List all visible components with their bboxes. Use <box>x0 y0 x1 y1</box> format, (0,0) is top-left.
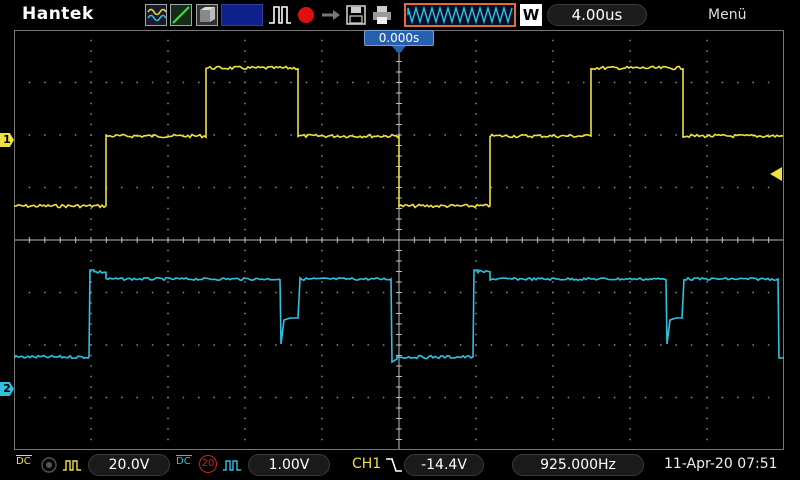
ch2-level-marker[interactable]: 2 <box>0 382 14 396</box>
ch2-coupling[interactable]: DC <box>176 455 192 467</box>
frequency-counter: 925.000Hz <box>512 454 644 476</box>
ch2-volts-per-div[interactable]: 1.00V <box>248 454 330 476</box>
menu-button[interactable]: Menü <box>708 7 746 23</box>
run-stop-icon[interactable] <box>268 4 292 26</box>
timebase-waveform-icon[interactable] <box>404 3 516 27</box>
trigger-position-pointer <box>392 46 406 54</box>
horizontal-position-marker[interactable]: 0.000s <box>364 30 434 46</box>
graticule <box>13 29 785 451</box>
status-bar: DC 20.0V DC 20 1.00V CH1 -14.4V 925.000H… <box>0 450 800 480</box>
ch2-probe-icon[interactable] <box>222 456 241 474</box>
ch1-coupling[interactable]: DC <box>16 455 32 467</box>
waveform-canvas <box>13 29 785 451</box>
print-icon[interactable] <box>371 4 393 26</box>
ref-icon[interactable] <box>196 4 218 26</box>
export-icon[interactable] <box>320 4 342 26</box>
record-icon[interactable] <box>296 4 316 26</box>
ch1-level-marker[interactable]: 1 <box>0 133 14 147</box>
ch1-volts-per-div[interactable]: 20.0V <box>88 454 170 476</box>
blank-icon[interactable] <box>221 4 263 26</box>
ch2-bandwidth-limit-badge[interactable]: 20 <box>199 455 217 473</box>
top-bar: Hantek W 4.00us Menü <box>0 0 800 30</box>
date-time: 11-Apr-20 07:51 <box>664 456 778 472</box>
acquire-mode-indicator[interactable]: W <box>520 4 542 26</box>
trigger-level-marker[interactable] <box>770 167 782 181</box>
ch1-probe-icon[interactable] <box>62 456 81 474</box>
math-icon[interactable] <box>170 4 192 26</box>
save-icon[interactable] <box>345 4 367 26</box>
brand-logo: Hantek <box>22 4 94 24</box>
ch1-invert-icon[interactable] <box>40 456 58 474</box>
waveform-display[interactable] <box>13 29 785 451</box>
trigger-level-value[interactable]: -14.4V <box>404 454 484 476</box>
cursor-icon[interactable] <box>145 4 167 26</box>
trigger-source[interactable]: CH1 <box>352 456 381 472</box>
falling-edge-icon[interactable] <box>385 456 403 474</box>
timebase-value[interactable]: 4.00us <box>547 4 647 26</box>
